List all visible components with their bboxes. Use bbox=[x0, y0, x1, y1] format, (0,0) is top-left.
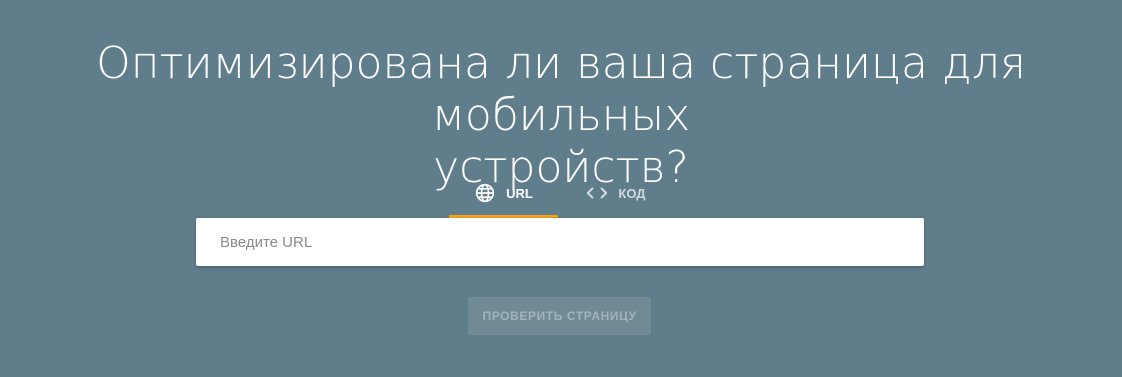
code-icon bbox=[586, 182, 608, 204]
url-input-card bbox=[196, 218, 924, 266]
input-mode-tabs: URL КОД bbox=[449, 170, 660, 218]
check-page-button[interactable]: ПРОВЕРИТЬ СТРАНИЦУ bbox=[468, 297, 651, 335]
tab-code[interactable]: КОД bbox=[572, 170, 660, 216]
tab-url-label: URL bbox=[506, 185, 533, 201]
page-title-line-1: Оптимизирована ли ваша страница для моби… bbox=[96, 38, 1026, 141]
tab-url[interactable]: URL bbox=[449, 170, 558, 218]
url-input[interactable] bbox=[196, 218, 924, 266]
page: Оптимизирована ли ваша страница для моби… bbox=[0, 0, 1122, 377]
tab-code-label: КОД bbox=[618, 185, 646, 201]
globe-icon bbox=[474, 182, 496, 204]
